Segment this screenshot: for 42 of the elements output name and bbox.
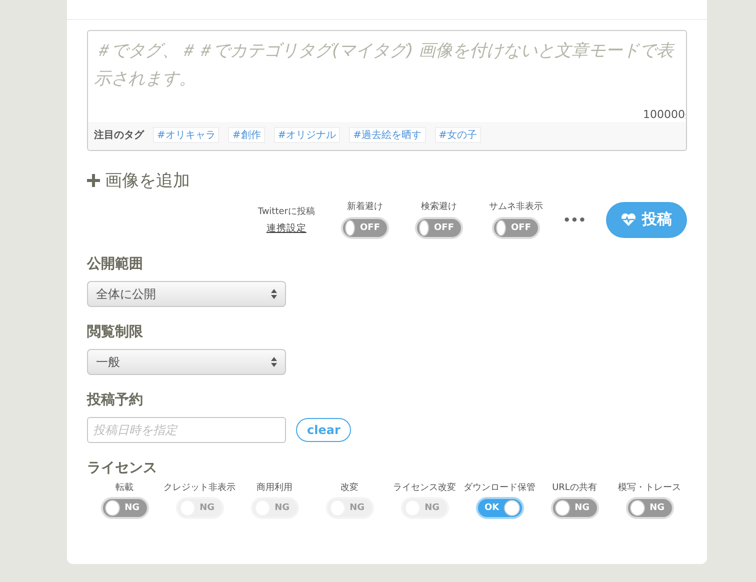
heart-icon — [621, 213, 636, 226]
tag-link[interactable]: #オリジナル — [274, 127, 340, 143]
updown-icon — [271, 289, 277, 299]
updown-icon — [271, 357, 277, 367]
add-image-button[interactable]: 画像を追加 — [87, 169, 190, 192]
section-heading: 投稿予約 — [87, 391, 144, 409]
character-counter: 100000 — [643, 108, 685, 121]
tag-link[interactable]: #オリキャラ — [153, 127, 220, 143]
toggle-switch[interactable]: OFF — [492, 217, 540, 239]
toggle-switch[interactable]: OFF — [340, 217, 389, 239]
license-label: 模写・トレース — [618, 482, 681, 494]
license-toggle[interactable]: OK — [476, 497, 524, 519]
license-toggle[interactable]: NG — [550, 497, 598, 519]
license-label: 転載 — [116, 482, 134, 494]
section-heading: 公開範囲 — [87, 255, 144, 273]
section-heading: 閲覧制限 — [87, 323, 144, 341]
visibility-select[interactable]: 全体に公開 — [87, 281, 286, 307]
clear-button[interactable]: clear — [296, 418, 352, 442]
license-toggle[interactable]: NG — [100, 497, 148, 519]
more-button[interactable]: ••• — [562, 212, 586, 226]
toggle-label: 新着避け — [346, 200, 383, 213]
post-button[interactable]: 投稿 — [606, 202, 687, 238]
link-settings-link[interactable]: 連携設定 — [266, 222, 306, 234]
section-heading: ライセンス — [87, 459, 158, 477]
featured-tags-label: 注目のタグ — [94, 128, 144, 142]
license-label: 改変 — [340, 482, 358, 494]
restriction-select[interactable]: 一般 — [87, 349, 286, 375]
twitter-label: Twitterに投稿 — [258, 206, 315, 218]
tag-link[interactable]: #創作 — [228, 127, 265, 143]
license-label: クレジット非表示 — [164, 482, 236, 494]
tag-link[interactable]: #女の子 — [434, 127, 481, 143]
toggle-label: サムネ非表示 — [488, 200, 543, 213]
license-label: ダウンロード保管 — [464, 482, 536, 494]
tag-link[interactable]: #過去絵を晒す — [349, 127, 426, 143]
toggle-label: 検索避け — [420, 200, 457, 213]
plus-icon — [87, 174, 100, 187]
license-label: ライセンス改変 — [393, 482, 456, 494]
license-label: URLの共有 — [552, 482, 597, 494]
license-label: 商用利用 — [256, 482, 292, 494]
toggle-switch[interactable]: OFF — [414, 217, 463, 239]
date-field[interactable]: 投稿日時を指定 — [87, 417, 286, 443]
license-toggle[interactable]: NG — [626, 497, 674, 519]
